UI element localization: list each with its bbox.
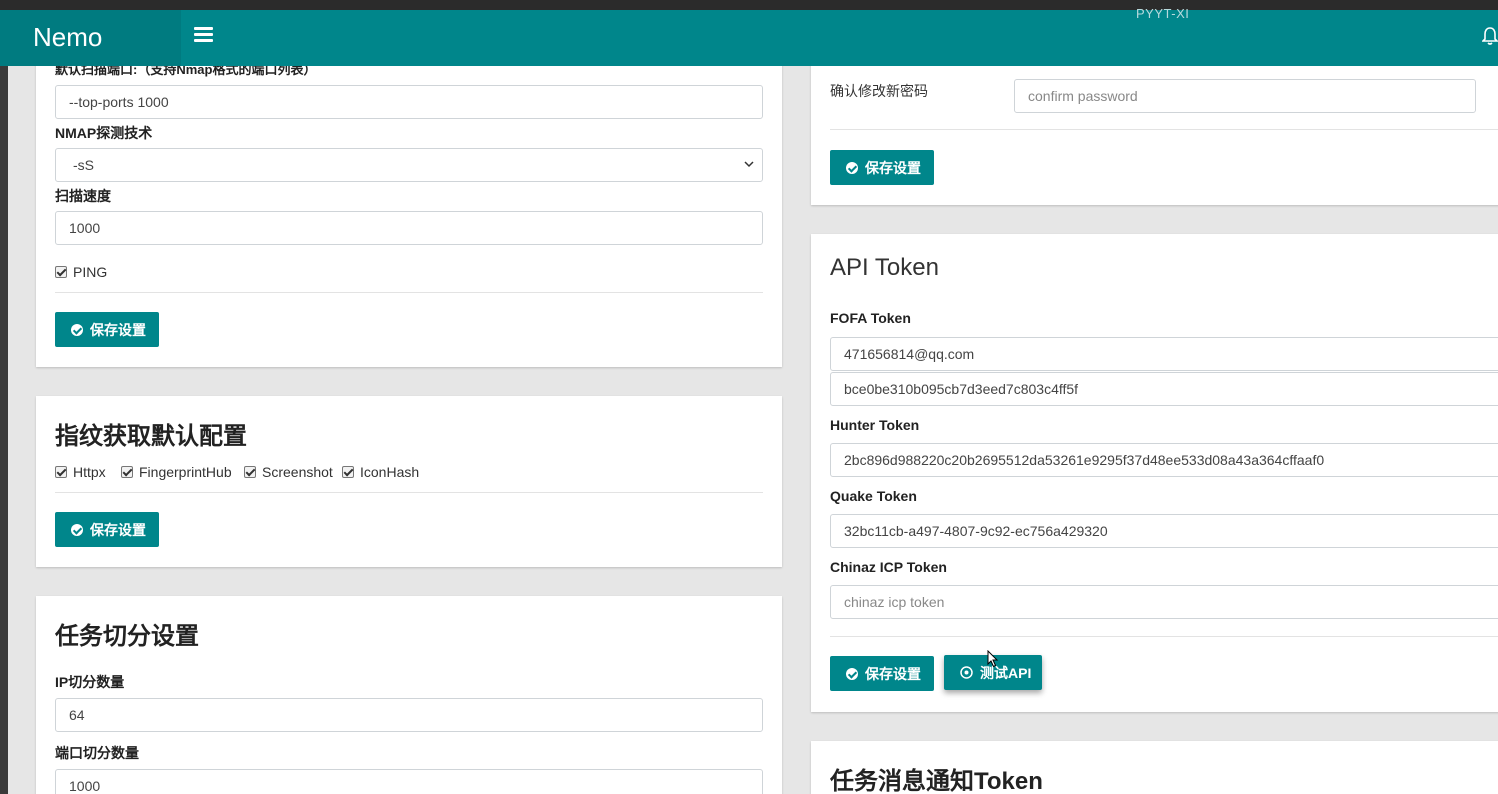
httpx-checkbox[interactable]: Httpx (55, 464, 106, 480)
watermark-text: PYYT-XI (1136, 6, 1190, 21)
ping-checkbox[interactable]: PING (55, 264, 107, 280)
save-api-button[interactable]: 保存设置 (830, 656, 934, 691)
screenshot-checkbox[interactable]: Screenshot (244, 464, 333, 480)
fingerprinthub-checkbox[interactable]: FingerprintHub (121, 464, 232, 480)
fingerprint-card-title: 指纹获取默认配置 (55, 423, 247, 450)
save-fingerprint-button[interactable]: 保存设置 (55, 512, 159, 547)
port-split-label: 端口切分数量 (55, 745, 139, 761)
divider (830, 636, 1498, 637)
mouse-cursor-icon (987, 650, 999, 668)
fofa-key-input[interactable]: bce0be310b095cb7d3eed7c803c4ff5f (830, 372, 1498, 406)
fofa-email-input[interactable]: 471656814@qq.com (830, 337, 1498, 371)
confirm-password-input[interactable]: confirm password (1014, 79, 1476, 113)
ping-checkbox-label: PING (73, 264, 108, 280)
fingerprinthub-checkbox-label: FingerprintHub (139, 464, 232, 480)
fingerprint-settings-card: 指纹获取默认配置 Httpx FingerprintHub Screenshot… (36, 396, 782, 567)
confirm-password-label: 确认修改新密码 (830, 83, 928, 99)
screenshot-checkbox-label: Screenshot (262, 464, 333, 480)
divider (830, 129, 1498, 130)
save-password-button[interactable]: 保存设置 (830, 150, 934, 185)
checkbox-checked-icon (244, 466, 256, 478)
checkbox-checked-icon (342, 466, 354, 478)
checkbox-checked-icon (55, 466, 67, 478)
iconhash-checkbox[interactable]: IconHash (342, 464, 419, 480)
api-token-card-title: API Token (830, 254, 939, 281)
check-circle-icon (71, 523, 83, 536)
fofa-token-label: FOFA Token (830, 310, 911, 326)
default-port-input[interactable]: --top-ports 1000 (55, 85, 763, 119)
broadcast-icon (960, 666, 973, 679)
api-token-card: API Token FOFA Token 471656814@qq.com bc… (811, 234, 1498, 712)
chevron-down-icon (744, 161, 754, 168)
menu-toggle-icon[interactable] (194, 24, 214, 48)
nmap-settings-card: 默认扫描端口:（支持Nmap格式的端口列表） --top-ports 1000 … (36, 40, 782, 367)
task-split-card-title: 任务切分设置 (55, 623, 199, 650)
ip-split-input[interactable]: 64 (55, 698, 763, 732)
window-top-edge (0, 0, 1498, 10)
checkbox-checked-icon (121, 466, 133, 478)
scan-speed-input[interactable]: 1000 (55, 211, 763, 245)
bell-icon[interactable] (1482, 26, 1498, 46)
task-split-card: 任务切分设置 IP切分数量 64 端口切分数量 1000 (36, 596, 782, 794)
scan-speed-label: 扫描速度 (55, 188, 111, 204)
checkbox-checked-icon (55, 266, 67, 278)
quake-token-input[interactable]: 32bc11cb-a497-4807-9c92-ec756a429320 (830, 514, 1498, 548)
divider (55, 492, 763, 493)
hunter-token-label: Hunter Token (830, 417, 920, 433)
save-api-button-label: 保存设置 (865, 665, 921, 682)
chinaz-token-label: Chinaz ICP Token (830, 559, 947, 575)
check-circle-icon (846, 667, 858, 680)
nmap-tech-select[interactable]: -sS (55, 148, 763, 182)
notify-token-card-title: 任务消息通知Token (830, 768, 1043, 794)
hunter-token-input[interactable]: 2bc896d988220c20b2695512da53261e9295f37d… (830, 443, 1498, 477)
top-navbar: Nemo PYYT-XI (0, 6, 1498, 66)
save-fingerprint-button-label: 保存设置 (90, 521, 146, 538)
check-circle-icon (71, 323, 83, 336)
window-left-edge (0, 10, 8, 794)
quake-token-label: Quake Token (830, 488, 917, 504)
ip-split-label: IP切分数量 (55, 674, 125, 690)
nmap-tech-label: NMAP探测技术 (55, 125, 153, 141)
httpx-checkbox-label: Httpx (73, 464, 106, 480)
save-nmap-button-label: 保存设置 (90, 321, 146, 338)
iconhash-checkbox-label: IconHash (360, 464, 420, 480)
save-password-button-label: 保存设置 (865, 159, 921, 176)
save-nmap-button[interactable]: 保存设置 (55, 312, 159, 347)
notify-token-card: 任务消息通知Token (811, 741, 1498, 794)
chinaz-token-input[interactable]: chinaz icp token (830, 585, 1498, 619)
nmap-tech-value: -sS (73, 157, 94, 173)
port-split-input[interactable]: 1000 (55, 769, 763, 794)
brand-logo[interactable]: Nemo (0, 10, 181, 66)
divider (55, 292, 763, 293)
check-circle-icon (846, 161, 858, 174)
